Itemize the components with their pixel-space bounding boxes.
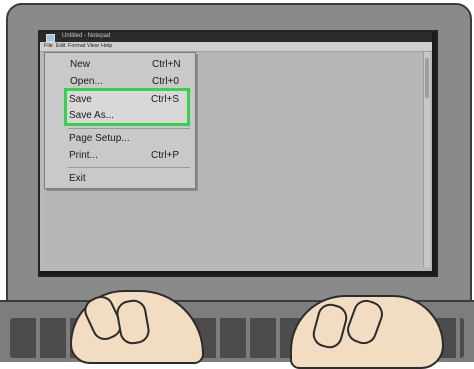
menu-item-exit[interactable]: Exit — [44, 171, 194, 189]
title-bar: Untitled - Notepad — [40, 32, 432, 42]
window-title: Untitled - Notepad — [62, 33, 111, 39]
menu-item-page-setup[interactable]: Page Setup... — [44, 131, 194, 149]
menu-separator — [68, 167, 190, 168]
menu-item-shortcut: Ctrl+S — [151, 94, 180, 105]
menu-edit[interactable]: Edit — [56, 43, 65, 49]
menu-format[interactable]: Format — [68, 43, 85, 49]
menu-separator — [68, 128, 190, 129]
menu-view[interactable]: View — [87, 43, 99, 49]
menu-bar: File Edit Format View Help — [40, 42, 432, 52]
menu-item-label: Page Setup... — [69, 133, 130, 144]
notepad-icon — [46, 34, 55, 42]
scroll-thumb[interactable] — [425, 58, 429, 98]
menu-item-label: Save As... — [69, 110, 115, 121]
menu-item-save-as[interactable]: Save As... — [44, 108, 194, 126]
menu-help[interactable]: Help — [101, 43, 112, 49]
menu-item-label: Save — [69, 94, 92, 105]
menu-file[interactable]: File — [44, 43, 53, 49]
menu-item-shortcut: Ctrl+P — [151, 150, 180, 161]
menu-item-label: Print... — [69, 150, 98, 161]
menu-item-label: Exit — [69, 173, 86, 184]
file-menu-items-overlay: Save Ctrl+S Save As... Page Setup... Pri… — [44, 52, 194, 187]
menu-item-print[interactable]: Print... Ctrl+P — [44, 148, 194, 166]
